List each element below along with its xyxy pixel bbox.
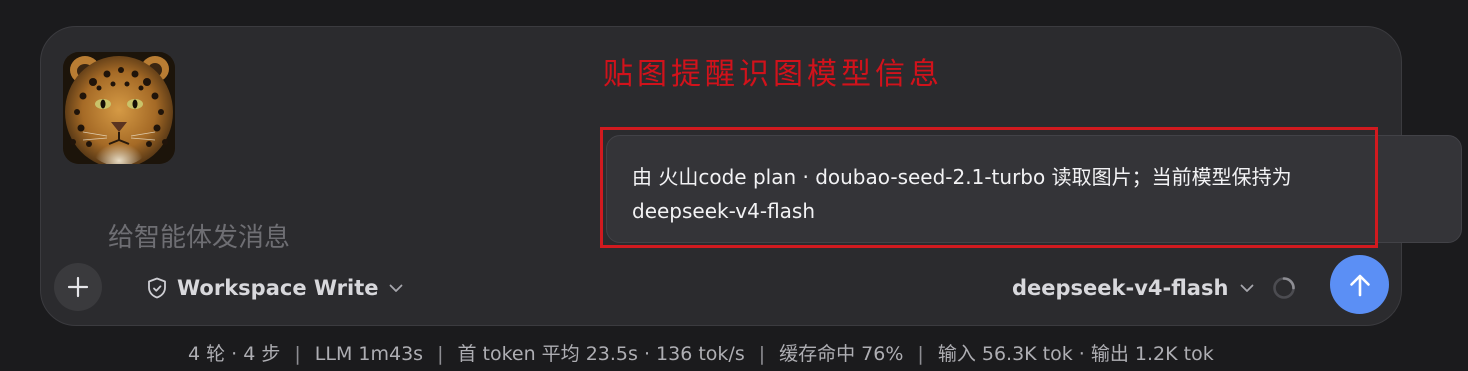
permission-mode-selector[interactable]: Workspace Write [145,272,405,304]
status-separator: | [437,343,444,365]
status-token-usage: 输入 56.3K tok · 输出 1.2K tok [937,343,1214,365]
image-attachment-thumbnail[interactable] [63,52,175,164]
status-separator: | [758,343,766,365]
add-attachment-button[interactable] [54,263,102,311]
status-first-token: 首 token 平均 23.5s · 136 tok/s [457,343,745,365]
chevron-down-icon [389,284,402,292]
status-llm-time: LLM 1m43s [314,343,424,365]
model-selector-label: deepseek-v4-flash [1012,276,1229,300]
status-separator: | [917,343,924,365]
permission-mode-label: Workspace Write [177,276,379,300]
loading-spinner-icon [1273,277,1295,299]
shield-icon [148,277,166,299]
tooltip-line-2: deepseek-v4-flash [632,199,816,223]
vision-model-tooltip: 由 火山code plan · doubao-seed-2.1-turbo 读取… [606,135,1462,243]
leopard-image [63,52,175,164]
status-separator: | [294,343,301,365]
status-rounds-steps: 4 轮 · 4 步 [188,343,281,365]
plus-icon [67,276,89,298]
status-cache-hit: 缓存命中 76% [779,343,904,365]
model-selector[interactable]: deepseek-v4-flash [1012,272,1256,304]
tooltip-line-1: 由 火山code plan · doubao-seed-2.1-turbo 读取… [632,165,1292,189]
chevron-down-icon [1241,284,1254,292]
arrow-up-icon [1349,274,1370,296]
session-status-bar: 4 轮 · 4 步 | LLM 1m43s | 首 token 平均 23.5s… [188,341,1214,367]
message-input-placeholder[interactable]: 给智能体发消息 [108,223,290,254]
annotation-caption: 贴图提醒识图模型信息 [603,57,943,92]
send-button[interactable] [1330,255,1389,314]
